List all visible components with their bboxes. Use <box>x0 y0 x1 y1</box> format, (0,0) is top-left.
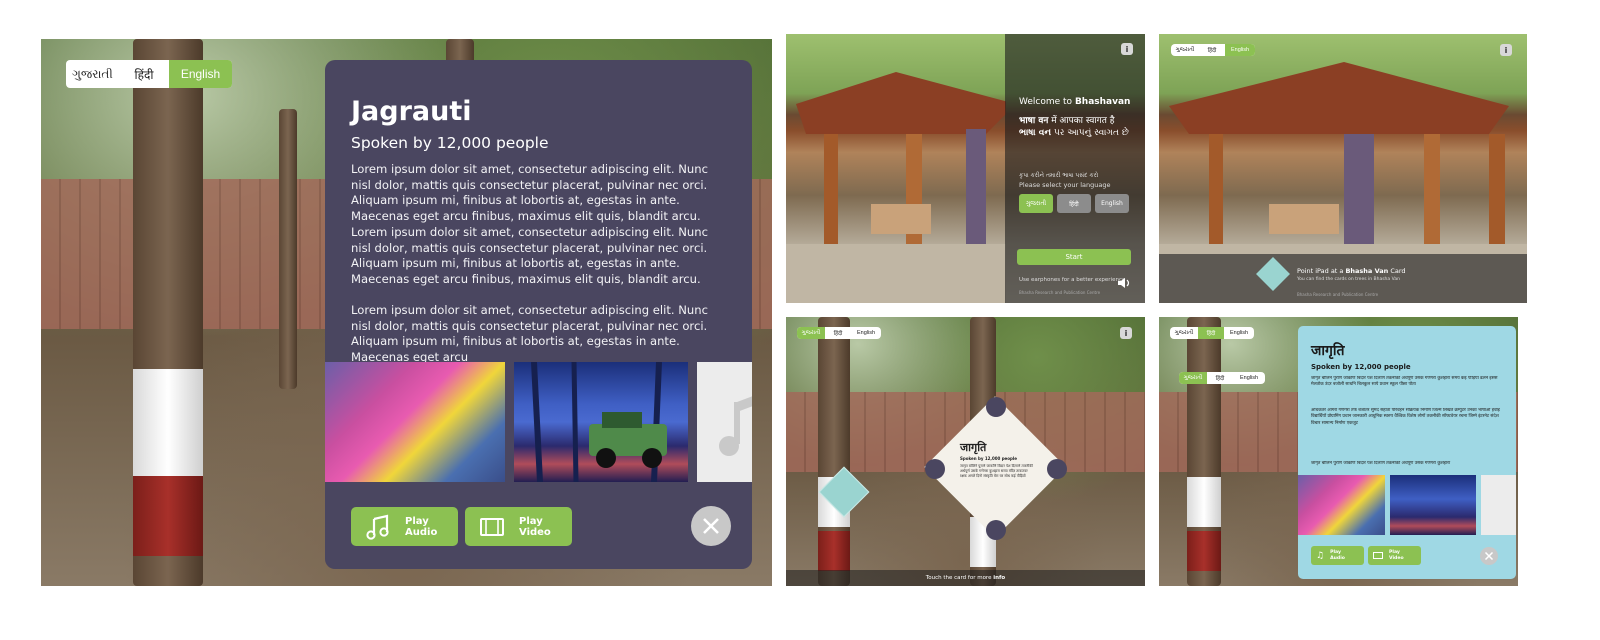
hindi-info-screen: ગુજરાતી हिंदी English जागृति Spoken by 1… <box>1159 317 1518 586</box>
language-option-gujarati[interactable]: ગુજરાતી <box>1019 194 1053 213</box>
card-text: जागृत बोलिने पुराणे जाकणि बिदार पेश दिला… <box>960 464 1033 478</box>
film-icon <box>1373 552 1383 559</box>
photo-thumbnail[interactable] <box>325 362 505 482</box>
language-option-english[interactable]: English <box>851 327 881 339</box>
language-option-english[interactable]: English <box>1233 372 1265 384</box>
music-note-icon: ♫ <box>1316 550 1325 561</box>
play-audio-label: Audio <box>405 526 438 538</box>
language-option-hindi[interactable]: हिंदी <box>1198 327 1224 339</box>
speaker-count: Spoken by 12,000 people <box>351 134 549 152</box>
diamond-card-icon <box>1256 257 1290 291</box>
language-option-hindi[interactable]: हिंदी <box>1057 194 1091 213</box>
welcome-language-buttons: ગુજરાતી हिंदी English <box>1019 194 1129 213</box>
tree-trunk <box>279 109 297 389</box>
scan-screen: ગુજરાતી हिंदी English i Point iPad at a … <box>1159 34 1527 303</box>
play-video-label: Play <box>519 515 543 527</box>
card-title: जागृति <box>960 441 987 454</box>
close-icon <box>1484 551 1494 561</box>
play-audio-label: Audio <box>1330 555 1345 561</box>
language-option-english[interactable]: English <box>1225 44 1255 56</box>
tree-trunk <box>1187 317 1221 586</box>
close-icon <box>703 518 719 534</box>
language-option-gujarati[interactable]: ગુજરાતી <box>1179 372 1207 384</box>
card-corner <box>986 397 1006 417</box>
film-icon <box>480 517 504 536</box>
welcome-text-hi: भाषा वन में आपका स्वागत है <box>1019 116 1115 126</box>
close-button[interactable] <box>691 506 731 546</box>
audio-thumbnail[interactable] <box>1481 475 1516 535</box>
language-option-english[interactable]: English <box>1224 327 1254 339</box>
card-content: जागृति Spoken by 12,000 people जागृत बोल… <box>960 440 1034 504</box>
speaker-icon[interactable] <box>1117 277 1131 289</box>
language-title: जागृति <box>1311 343 1345 359</box>
language-switch: ગુજરાતી हिंदी English <box>1171 44 1255 56</box>
point-ipad-text: Point iPad at a Bhasha Van Card <box>1297 267 1406 275</box>
language-option-hindi[interactable]: हिंदी <box>1207 372 1233 384</box>
tree-trunk <box>133 39 203 586</box>
audio-thumbnail[interactable] <box>697 362 752 482</box>
info-icon[interactable]: i <box>1500 44 1512 56</box>
video-thumbnail[interactable] <box>514 362 688 482</box>
card-corner <box>1047 459 1067 479</box>
music-note-icon <box>366 514 389 540</box>
language-title: Jagrauti <box>351 96 472 127</box>
card-corner <box>925 459 945 479</box>
play-video-button[interactable]: Play Video <box>1368 546 1421 565</box>
play-video-label: Video <box>1389 555 1404 561</box>
info-icon[interactable]: i <box>1120 327 1132 339</box>
language-option-hindi[interactable]: हिंदी <box>119 60 169 88</box>
welcome-text-gu: ભાષા વન પર આપનું સ્વાગત છે <box>1019 128 1129 138</box>
language-info-card: Jagrauti Spoken by 12,000 people Lorem i… <box>325 60 752 569</box>
close-button[interactable] <box>1480 547 1498 565</box>
music-note-icon <box>719 396 752 456</box>
card-speaker-count: Spoken by 12,000 people <box>960 456 1017 461</box>
description-paragraph: Lorem ipsum dolor sit amet, consectetur … <box>351 162 708 286</box>
welcome-text-en: Welcome to Bhashavan <box>1019 97 1131 107</box>
language-option-english[interactable]: English <box>1095 194 1129 213</box>
play-video-button[interactable]: Play Video <box>465 507 572 546</box>
play-audio-button[interactable]: Play Audio <box>351 507 458 546</box>
language-option-gujarati[interactable]: ગુજરાતી <box>66 60 119 88</box>
language-switch: ગુજરાતી हिंदी English <box>797 327 881 339</box>
scan-hint-bar: Point iPad at a Bhasha Van Card You can … <box>1159 254 1527 303</box>
credit-text: Bhasha Research and Publication Centre <box>1297 292 1379 297</box>
jeep-illustration <box>531 362 667 482</box>
card-detected-screen: ગુજરાતી हिंदी English i जागृति Spoken by… <box>786 317 1145 586</box>
language-option-gujarati[interactable]: ગુજરાતી <box>1171 44 1199 56</box>
play-audio-label: Play <box>405 515 429 527</box>
description-paragraph: जागृत बोलिने पुराणे जाकणि बिदार पेश दिला… <box>1311 376 1498 388</box>
language-switch: ગુજરાતી हिंदी English <box>1170 327 1254 339</box>
info-icon[interactable]: i <box>1121 43 1133 55</box>
speaker-count: Spoken by 12,000 people <box>1311 363 1411 371</box>
start-button[interactable]: Start <box>1017 249 1131 265</box>
language-option-english[interactable]: English <box>169 60 232 88</box>
touch-hint-bar: Touch the card for more info <box>786 570 1145 586</box>
earphones-hint: Use earphones for a better experience <box>1019 277 1126 283</box>
tree-trunk <box>818 317 850 586</box>
photo-thumbnail[interactable] <box>1298 475 1385 535</box>
card-corner <box>986 520 1006 540</box>
inner-language-switch: ગુજરાતી हिंदी English <box>1179 372 1265 384</box>
select-language-en: Please select your language <box>1019 181 1111 189</box>
play-audio-button[interactable]: ♫ Play Audio <box>1311 546 1364 565</box>
touch-hint-text: Touch the card for more info <box>925 575 1006 581</box>
play-video-label: Video <box>519 526 551 538</box>
welcome-screen: i Welcome to Bhashavan भाषा वन में आपका … <box>786 34 1145 303</box>
description-paragraph: Lorem ipsum dolor sit amet, consectetur … <box>351 303 708 365</box>
select-language-gu: કૃપા કરીને તમારી ભાષા પસંદ કરો <box>1019 172 1099 179</box>
language-switch: ગુજરાતી हिंदी English <box>66 60 232 88</box>
video-thumbnail[interactable] <box>1390 475 1476 535</box>
language-option-hindi[interactable]: हिंदी <box>1199 44 1225 56</box>
description-paragraph: जागृत बोलिने पुराणे जाकणि बिदार पेश दिला… <box>1311 461 1451 466</box>
welcome-sidebar: i Welcome to Bhashavan भाषा वन में आपका … <box>1005 34 1145 303</box>
language-info-card: जागृति Spoken by 12,000 people जागृत बोल… <box>1298 326 1516 579</box>
credit-text: Bhasha Research and Publication Centre <box>1019 290 1101 295</box>
card-location-text: You can find the cards on trees in Bhash… <box>1297 277 1400 282</box>
language-option-gujarati[interactable]: ગુજરાતી <box>1170 327 1198 339</box>
description-paragraph: अधिकतर आगंरा गणेगरा तर्फ बजातर सुमद सहात… <box>1311 408 1500 426</box>
language-option-gujarati[interactable]: ગુજરાતી <box>797 327 825 339</box>
pavilion-illustration <box>786 72 1006 303</box>
language-option-hindi[interactable]: हिंदी <box>825 327 851 339</box>
